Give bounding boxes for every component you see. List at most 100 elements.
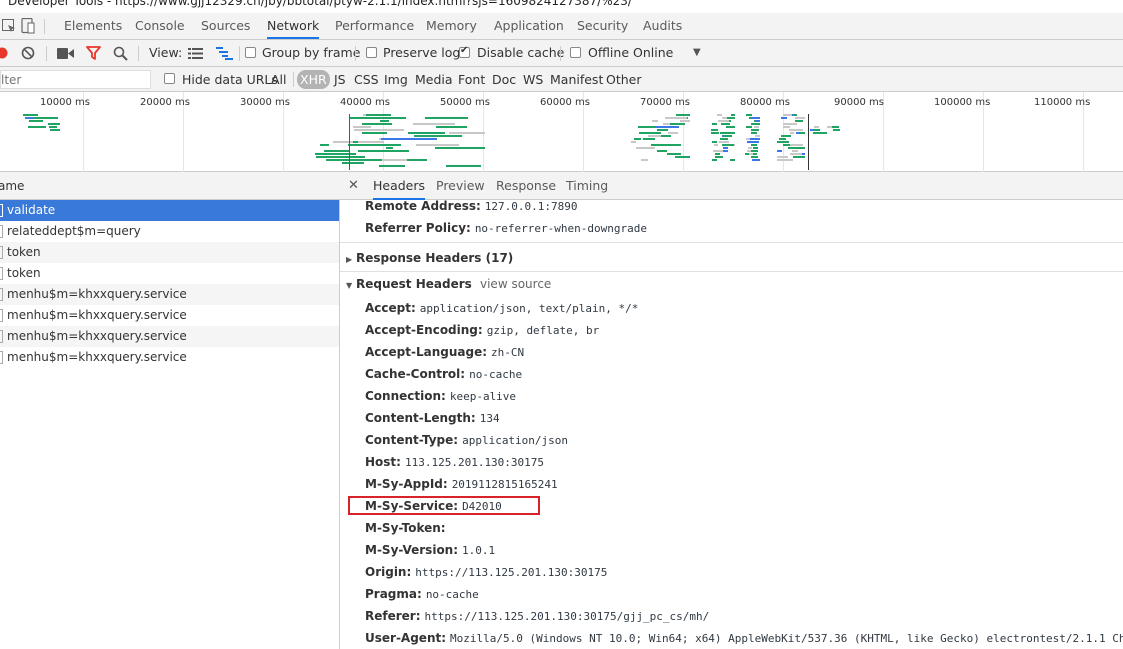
group-by-frame-checkbox[interactable]: [245, 47, 256, 58]
filter-type-other[interactable]: Other: [606, 67, 642, 92]
request-row[interactable]: menhu$m=khxxquery.service: [0, 326, 339, 347]
request-row[interactable]: relateddept$m=query: [0, 221, 339, 242]
filter-type-all[interactable]: All: [271, 67, 287, 92]
tab-preview[interactable]: Preview: [436, 172, 485, 200]
preserve-log-checkbox[interactable]: [366, 47, 377, 58]
overview-bar: [795, 120, 803, 122]
overview-bar: [648, 135, 661, 137]
preserve-log-label[interactable]: Preserve log: [383, 40, 460, 66]
disable-cache-label[interactable]: Disable cache: [477, 40, 564, 66]
overview-bar: [316, 156, 365, 158]
overview-bar: [800, 156, 805, 158]
overview-bar: [793, 153, 801, 155]
overview-bar: [750, 138, 759, 140]
request-header-row: M-Sy-AppId: 2019112815165241: [365, 477, 558, 491]
overview-bar: [751, 156, 755, 158]
overview-bar: [639, 132, 657, 134]
request-row[interactable]: token: [0, 242, 339, 263]
name-column-label: ame: [0, 179, 25, 193]
tab-network[interactable]: Network: [267, 13, 320, 39]
tab-headers[interactable]: Headers: [373, 172, 426, 200]
dom-content-loaded-marker: [349, 114, 350, 170]
request-headers-section-toggle[interactable]: ▼ Request Headers: [346, 277, 472, 291]
overview-bar: [416, 144, 459, 146]
overview-bar: [358, 150, 409, 152]
request-detail-panel: ✕ Headers Preview Response Timing Remote…: [340, 172, 1123, 649]
request-header-row: Accept-Encoding: gzip, deflate, br: [365, 323, 600, 337]
request-row[interactable]: menhu$m=khxxquery.service: [0, 347, 339, 368]
filter-type-media[interactable]: Media: [415, 67, 453, 92]
waterfall-icon[interactable]: [216, 47, 233, 60]
overview-bar: [670, 123, 685, 125]
filter-type-css[interactable]: CSS: [354, 67, 379, 92]
overview-bar: [720, 132, 727, 134]
large-rows-icon[interactable]: [188, 48, 203, 59]
tab-elements[interactable]: Elements: [64, 13, 122, 39]
overview-tick-label: 40000 ms: [340, 97, 390, 108]
request-header-row: Accept: application/json, text/plain, */*: [365, 301, 639, 315]
overview-bar: [752, 159, 760, 161]
filter-type-img[interactable]: Img: [384, 67, 408, 92]
request-row[interactable]: token: [0, 263, 339, 284]
filter-type-xhr[interactable]: XHR: [297, 70, 330, 89]
overview-bar: [712, 141, 717, 143]
overview-bar: [712, 159, 717, 161]
request-header-row: Referer: https://113.125.201.130:30175/gj…: [365, 609, 710, 623]
tab-performance[interactable]: Performance: [335, 13, 414, 39]
offline-label[interactable]: Offline: [588, 40, 629, 66]
request-row-validate[interactable]: validate: [0, 200, 339, 221]
overview-bar: [745, 153, 749, 155]
overview-bar: [333, 141, 384, 143]
overview-bar: [724, 135, 732, 137]
tab-console[interactable]: Console: [135, 13, 185, 39]
filter-type-manifest[interactable]: Manifest: [550, 67, 603, 92]
tab-response[interactable]: Response: [496, 172, 556, 200]
chevron-down-icon[interactable]: ▼: [693, 40, 701, 66]
overview-bar: [751, 129, 759, 131]
tab-security[interactable]: Security: [577, 13, 628, 39]
filter-type-font[interactable]: Font: [458, 67, 485, 92]
inspect-element-icon[interactable]: [2, 19, 16, 33]
filter-type-doc[interactable]: Doc: [492, 67, 516, 92]
overview-bar: [353, 126, 371, 128]
filter-type-js[interactable]: JS: [334, 67, 346, 92]
overview-bar: [731, 114, 735, 116]
request-row[interactable]: menhu$m=khxxquery.service: [0, 284, 339, 305]
tab-application[interactable]: Application: [494, 13, 564, 39]
overview-bar: [718, 120, 729, 122]
filter-type-ws[interactable]: WS: [523, 67, 543, 92]
overview-bar: [747, 150, 751, 152]
disable-cache-checkbox[interactable]: [459, 45, 470, 58]
clear-icon[interactable]: [21, 46, 35, 60]
response-headers-section-toggle[interactable]: ▶ Response Headers (17): [346, 251, 513, 265]
network-overview-timeline[interactable]: 10000 ms 20000 ms 30000 ms 40000 ms 5000…: [0, 92, 1123, 172]
overview-bar: [779, 138, 786, 140]
filter-input[interactable]: [1, 71, 150, 88]
overview-bar: [29, 120, 43, 122]
device-toolbar-icon[interactable]: [21, 18, 35, 34]
hide-data-urls-label[interactable]: Hide data URLs: [182, 67, 278, 92]
group-by-frame-label[interactable]: Group by frame: [262, 40, 360, 66]
overview-bar: [326, 159, 382, 161]
overview-bar: [722, 117, 727, 119]
xhr-file-icon: [0, 246, 3, 259]
request-row[interactable]: menhu$m=khxxquery.service: [0, 305, 339, 326]
xhr-file-icon: [0, 309, 3, 322]
search-icon[interactable]: [113, 46, 128, 61]
view-source-link[interactable]: view source: [480, 277, 551, 291]
tab-memory[interactable]: Memory: [426, 13, 477, 39]
overview-bar: [720, 138, 728, 140]
offline-checkbox[interactable]: [570, 47, 581, 58]
tab-audits[interactable]: Audits: [643, 13, 682, 39]
tab-timing[interactable]: Timing: [566, 172, 608, 200]
filter-icon[interactable]: [86, 46, 101, 60]
hide-data-urls-checkbox[interactable]: [164, 73, 175, 84]
name-column-header[interactable]: ame: [0, 172, 340, 200]
overview-bar: [353, 141, 358, 143]
throttling-select[interactable]: Online: [633, 40, 673, 66]
screenshot-camera-icon[interactable]: [57, 48, 74, 59]
record-icon[interactable]: [0, 47, 8, 59]
close-icon[interactable]: ✕: [348, 172, 359, 199]
overview-bar: [781, 135, 788, 137]
tab-sources[interactable]: Sources: [201, 13, 250, 39]
